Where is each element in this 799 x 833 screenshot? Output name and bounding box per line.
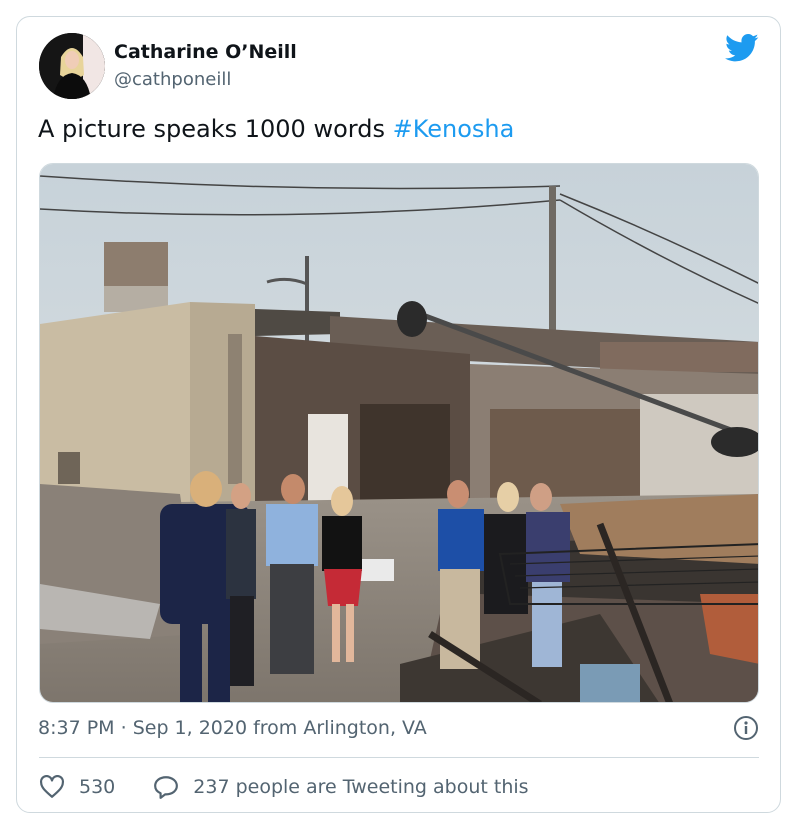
twitter-bird-icon[interactable] bbox=[725, 33, 759, 63]
like-button[interactable]: 530 bbox=[39, 775, 115, 799]
hashtag-link[interactable]: #Kenosha bbox=[393, 115, 515, 143]
tweet-card: Catharine O’Neill @cathponeill A picture… bbox=[16, 16, 781, 813]
divider bbox=[39, 757, 759, 758]
conversation-text: 237 people are Tweeting about this bbox=[193, 776, 529, 798]
avatar[interactable] bbox=[39, 33, 105, 99]
tweet-date[interactable]: Sep 1, 2020 bbox=[133, 717, 247, 739]
tweet-meta: 8:37 PM · Sep 1, 2020 from Arlington, VA bbox=[38, 717, 427, 739]
tweet-body: A picture speaks 1000 words bbox=[38, 115, 393, 143]
meta-separator: · bbox=[114, 717, 133, 739]
author-name[interactable]: Catharine O’Neill bbox=[114, 41, 297, 63]
like-count: 530 bbox=[79, 776, 116, 798]
info-icon[interactable] bbox=[733, 715, 759, 741]
author-handle[interactable]: @cathponeill bbox=[114, 69, 231, 90]
tweet-text: A picture speaks 1000 words #Kenosha bbox=[38, 115, 514, 143]
tweet-actions: 530 237 people are Tweeting about this bbox=[39, 769, 529, 805]
tweet-photo[interactable] bbox=[39, 163, 759, 703]
heart-icon bbox=[40, 775, 64, 798]
tweet-time[interactable]: 8:37 PM bbox=[38, 717, 115, 739]
reply-bubble-icon bbox=[154, 776, 179, 799]
conversation-button[interactable]: 237 people are Tweeting about this bbox=[153, 775, 529, 799]
tweet-source: from Arlington, VA bbox=[247, 717, 427, 739]
